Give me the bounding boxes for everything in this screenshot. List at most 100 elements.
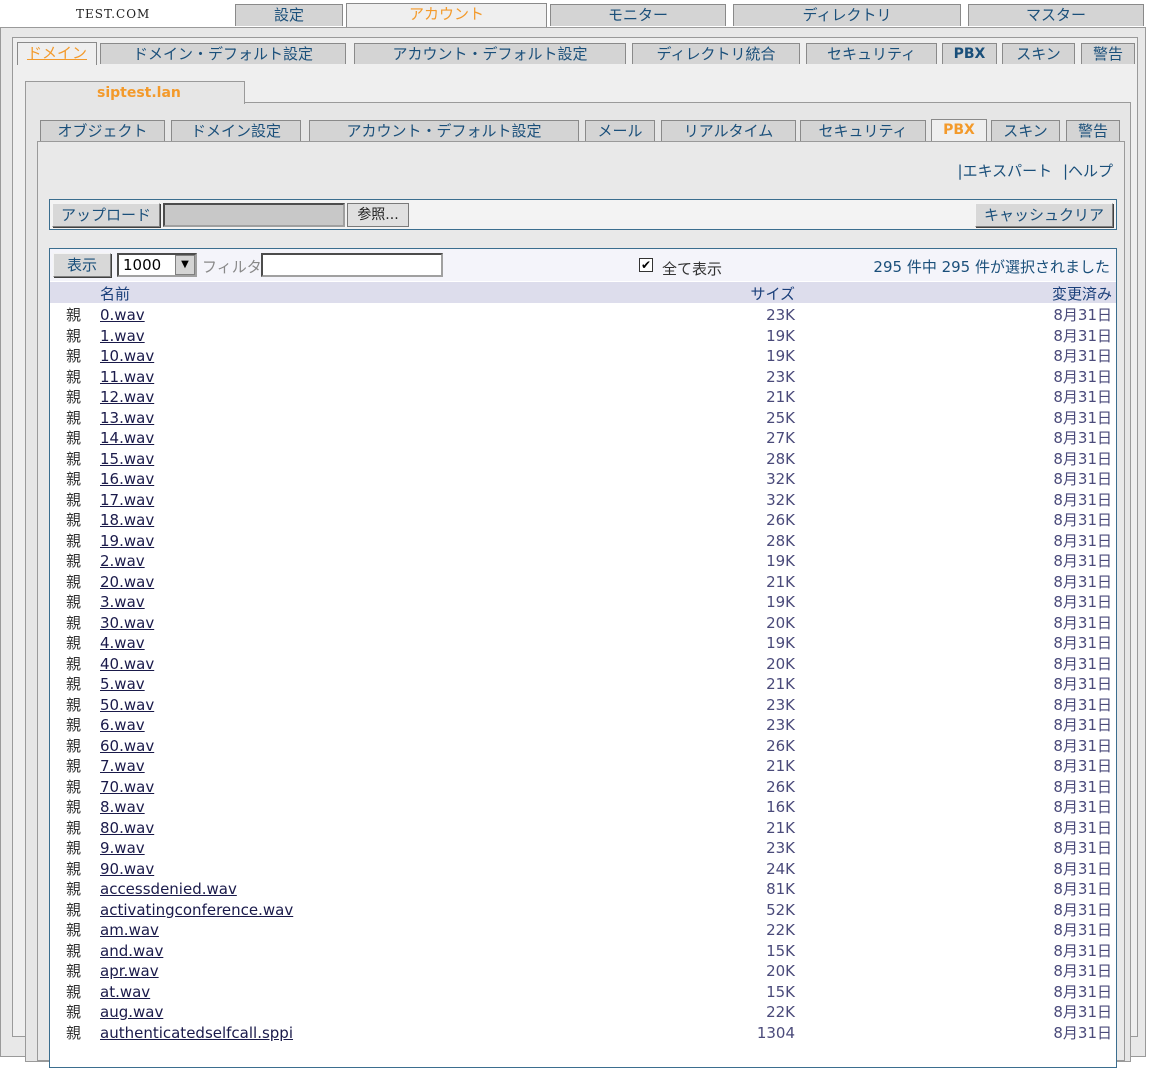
file-name-link[interactable]: 19.wav — [100, 532, 154, 550]
parent-marker[interactable]: 親 — [66, 673, 81, 694]
parent-marker[interactable]: 親 — [66, 345, 81, 366]
parent-marker[interactable]: 親 — [66, 981, 81, 1002]
file-name-link[interactable]: 8.wav — [100, 798, 145, 816]
tab-directory[interactable]: ディレクトリ — [733, 4, 961, 26]
parent-marker[interactable]: 親 — [66, 366, 81, 387]
file-name-link[interactable]: 9.wav — [100, 839, 145, 857]
file-name-link[interactable]: 17.wav — [100, 491, 154, 509]
table-row[interactable]: 親 19.wav 28K 8月31日 — [50, 529, 1116, 550]
subtab-directory-integration[interactable]: ディレクトリ統合 — [632, 43, 800, 64]
table-row[interactable]: 親 40.wav 20K 8月31日 — [50, 652, 1116, 673]
parent-marker[interactable]: 親 — [66, 796, 81, 817]
file-name-link[interactable]: 60.wav — [100, 737, 154, 755]
tab-settings[interactable]: 設定 — [235, 4, 343, 26]
table-row[interactable]: 親 at.wav 15K 8月31日 — [50, 980, 1116, 1001]
domtab-skins[interactable]: スキン — [991, 120, 1060, 141]
file-name-link[interactable]: authenticatedselfcall.sppi — [100, 1024, 293, 1042]
file-name-link[interactable]: 50.wav — [100, 696, 154, 714]
parent-marker[interactable]: 親 — [66, 591, 81, 612]
file-name-link[interactable]: 0.wav — [100, 306, 145, 324]
table-row[interactable]: 親 30.wav 20K 8月31日 — [50, 611, 1116, 632]
file-name-link[interactable]: 30.wav — [100, 614, 154, 632]
file-name-link[interactable]: 5.wav — [100, 675, 145, 693]
table-row[interactable]: 親 17.wav 32K 8月31日 — [50, 488, 1116, 509]
subtab-domain-defaults[interactable]: ドメイン・デフォルト設定 — [100, 43, 346, 64]
table-row[interactable]: 親 12.wav 21K 8月31日 — [50, 385, 1116, 406]
table-row[interactable]: 親 activatingconference.wav 52K 8月31日 — [50, 898, 1116, 919]
subtab-alerts[interactable]: 警告 — [1081, 43, 1135, 64]
table-row[interactable]: 親 9.wav 23K 8月31日 — [50, 836, 1116, 857]
parent-marker[interactable]: 親 — [66, 386, 81, 407]
file-name-link[interactable]: 13.wav — [100, 409, 154, 427]
parent-marker[interactable]: 親 — [66, 714, 81, 735]
parent-marker[interactable]: 親 — [66, 448, 81, 469]
column-modified-header[interactable]: 変更済み — [1052, 283, 1112, 304]
column-name-header[interactable]: 名前 — [100, 283, 130, 304]
file-name-link[interactable]: 7.wav — [100, 757, 145, 775]
file-name-link[interactable]: apr.wav — [100, 962, 159, 980]
table-row[interactable]: 親 14.wav 27K 8月31日 — [50, 426, 1116, 447]
table-row[interactable]: 親 80.wav 21K 8月31日 — [50, 816, 1116, 837]
table-row[interactable]: 親 11.wav 23K 8月31日 — [50, 365, 1116, 386]
table-row[interactable]: 親 authenticatedselfcall.sppi 1304 8月31日 — [50, 1021, 1116, 1042]
table-row[interactable]: 親 15.wav 28K 8月31日 — [50, 447, 1116, 468]
file-name-link[interactable]: and.wav — [100, 942, 163, 960]
table-row[interactable]: 親 50.wav 23K 8月31日 — [50, 693, 1116, 714]
parent-marker[interactable]: 親 — [66, 899, 81, 920]
domtab-account-defaults[interactable]: アカウント・デフォルト設定 — [309, 120, 579, 141]
file-name-link[interactable]: 2.wav — [100, 552, 145, 570]
file-name-link[interactable]: 1.wav — [100, 327, 145, 345]
file-name-link[interactable]: aug.wav — [100, 1003, 163, 1021]
file-input[interactable] — [163, 203, 345, 227]
parent-marker[interactable]: 親 — [66, 755, 81, 776]
table-row[interactable]: 親 7.wav 21K 8月31日 — [50, 754, 1116, 775]
tab-monitors[interactable]: モニター — [550, 4, 726, 26]
subtab-account-defaults[interactable]: アカウント・デフォルト設定 — [354, 43, 626, 64]
table-row[interactable]: 親 8.wav 16K 8月31日 — [50, 795, 1116, 816]
help-link[interactable]: |ヘルプ — [1063, 162, 1113, 180]
table-row[interactable]: 親 4.wav 19K 8月31日 — [50, 631, 1116, 652]
file-name-link[interactable]: 16.wav — [100, 470, 154, 488]
parent-marker[interactable]: 親 — [66, 1001, 81, 1022]
table-row[interactable]: 親 20.wav 21K 8月31日 — [50, 570, 1116, 591]
file-name-link[interactable]: accessdenied.wav — [100, 880, 237, 898]
parent-marker[interactable]: 親 — [66, 468, 81, 489]
parent-marker[interactable]: 親 — [66, 776, 81, 797]
domain-name-tab[interactable]: siptest.lan — [25, 81, 245, 104]
file-name-link[interactable]: 80.wav — [100, 819, 154, 837]
subtab-domains[interactable]: ドメイン — [17, 42, 97, 65]
parent-marker[interactable]: 親 — [66, 509, 81, 530]
subtab-skins[interactable]: スキン — [1002, 43, 1075, 64]
browse-button[interactable]: 参照... — [347, 203, 409, 227]
table-row[interactable]: 親 3.wav 19K 8月31日 — [50, 590, 1116, 611]
table-row[interactable]: 親 16.wav 32K 8月31日 — [50, 467, 1116, 488]
table-row[interactable]: 親 60.wav 26K 8月31日 — [50, 734, 1116, 755]
table-row[interactable]: 親 1.wav 19K 8月31日 — [50, 324, 1116, 345]
table-row[interactable]: 親 6.wav 23K 8月31日 — [50, 713, 1116, 734]
show-all-checkbox[interactable]: ✔ — [639, 258, 653, 272]
parent-marker[interactable]: 親 — [66, 1022, 81, 1043]
parent-marker[interactable]: 親 — [66, 304, 81, 325]
parent-marker[interactable]: 親 — [66, 632, 81, 653]
parent-marker[interactable]: 親 — [66, 612, 81, 633]
file-name-link[interactable]: 4.wav — [100, 634, 145, 652]
parent-marker[interactable]: 親 — [66, 735, 81, 756]
parent-marker[interactable]: 親 — [66, 407, 81, 428]
subtab-security[interactable]: セキュリティ — [806, 43, 937, 64]
upload-button[interactable]: アップロード — [52, 203, 160, 227]
table-row[interactable]: 親 accessdenied.wav 81K 8月31日 — [50, 877, 1116, 898]
parent-marker[interactable]: 親 — [66, 837, 81, 858]
tab-accounts[interactable]: アカウント — [346, 3, 547, 28]
parent-marker[interactable]: 親 — [66, 858, 81, 879]
parent-marker[interactable]: 親 — [66, 960, 81, 981]
parent-marker[interactable]: 親 — [66, 489, 81, 510]
parent-marker[interactable]: 親 — [66, 878, 81, 899]
file-name-link[interactable]: 18.wav — [100, 511, 154, 529]
table-row[interactable]: 親 aug.wav 22K 8月31日 — [50, 1000, 1116, 1021]
file-name-link[interactable]: 3.wav — [100, 593, 145, 611]
file-name-link[interactable]: 40.wav — [100, 655, 154, 673]
column-size-header[interactable]: サイズ — [750, 283, 795, 304]
clear-cache-button[interactable]: キャッシュクリア — [975, 203, 1113, 227]
file-name-link[interactable]: 90.wav — [100, 860, 154, 878]
domtab-security[interactable]: セキュリティ — [800, 120, 926, 141]
